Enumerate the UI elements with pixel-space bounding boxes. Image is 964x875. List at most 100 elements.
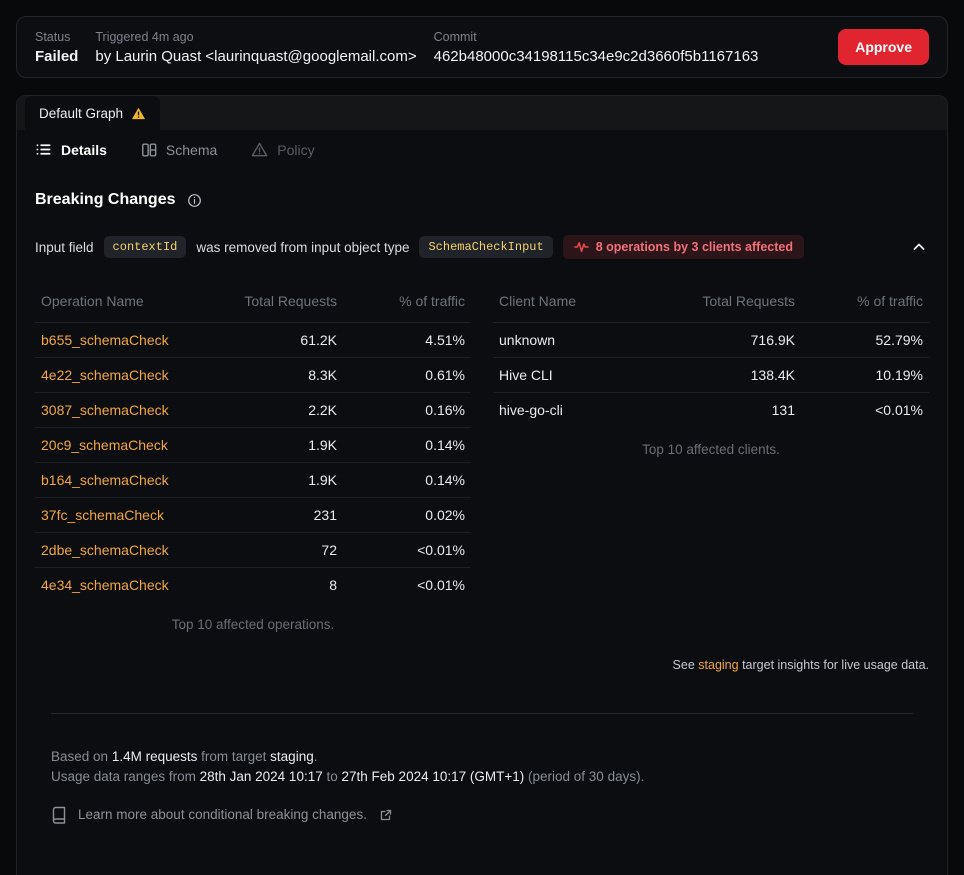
activity-pulse-icon bbox=[574, 241, 589, 253]
affected-badge: 8 operations by 3 clients affected bbox=[563, 235, 804, 259]
commit-label: Commit bbox=[434, 30, 759, 44]
staging-link[interactable]: staging bbox=[698, 658, 738, 672]
graph-tab-strip: Default Graph bbox=[17, 96, 947, 130]
status-group: Status Failed bbox=[35, 30, 78, 65]
triggered-label: Triggered 4m ago bbox=[95, 30, 416, 44]
operation-link[interactable]: 4e34_schemaCheck bbox=[41, 577, 169, 593]
operation-link[interactable]: 37fc_schemaCheck bbox=[41, 507, 164, 523]
footer-line-1: Based on 1.4M requests from target stagi… bbox=[51, 747, 913, 767]
approve-button[interactable]: Approve bbox=[838, 29, 929, 65]
check-tabs: Details Schema bbox=[17, 130, 947, 169]
clients-panel: Client Name Total Requests % of traffic … bbox=[493, 287, 929, 632]
section-head: Breaking Changes bbox=[35, 191, 929, 209]
footer-text: Usage data ranges from bbox=[51, 769, 196, 784]
footer-text: to bbox=[326, 769, 337, 784]
operations-caption: Top 10 affected operations. bbox=[35, 617, 471, 632]
traffic-cell: 0.16% bbox=[343, 393, 471, 428]
footer-range-end: 27th Feb 2024 10:17 (GMT+1) bbox=[342, 769, 525, 784]
commit-group: Commit 462b48000c34198115c34e9c2d3660f5b… bbox=[434, 30, 759, 65]
col-traffic: % of traffic bbox=[343, 287, 471, 323]
tab-policy[interactable]: Policy bbox=[251, 141, 314, 158]
type-code-chip: SchemaCheckInput bbox=[419, 236, 552, 258]
client-name-cell: unknown bbox=[493, 323, 661, 358]
requests-cell: 1.9K bbox=[203, 463, 343, 498]
tab-details[interactable]: Details bbox=[35, 141, 107, 158]
details-content: Breaking Changes Input field contextId w… bbox=[17, 169, 947, 825]
check-summary-header: Status Failed Triggered 4m ago by Laurin… bbox=[16, 16, 948, 78]
insights-prefix: See bbox=[673, 658, 695, 672]
col-operation-name: Operation Name bbox=[35, 287, 203, 323]
requests-cell: 72 bbox=[203, 533, 343, 568]
requests-cell: 131 bbox=[661, 393, 801, 428]
col-total-requests: Total Requests bbox=[203, 287, 343, 323]
table-row: Hive CLI 138.4K 10.19% bbox=[493, 358, 929, 393]
traffic-cell: 0.02% bbox=[343, 498, 471, 533]
traffic-cell: 0.61% bbox=[343, 358, 471, 393]
status-value: Failed bbox=[35, 48, 78, 65]
requests-cell: 2.2K bbox=[203, 393, 343, 428]
tab-details-label: Details bbox=[61, 142, 107, 158]
change-middle: was removed from input object type bbox=[196, 240, 409, 255]
section-title: Breaking Changes bbox=[35, 191, 175, 209]
traffic-cell: 52.79% bbox=[801, 323, 929, 358]
traffic-cell: <0.01% bbox=[343, 568, 471, 603]
traffic-cell: 0.14% bbox=[343, 428, 471, 463]
operations-header-row: Operation Name Total Requests % of traff… bbox=[35, 287, 471, 323]
requests-cell: 231 bbox=[203, 498, 343, 533]
tab-default-graph[interactable]: Default Graph bbox=[25, 96, 160, 130]
status-label: Status bbox=[35, 30, 78, 44]
traffic-cell: <0.01% bbox=[343, 533, 471, 568]
traffic-cell: <0.01% bbox=[801, 393, 929, 428]
requests-cell: 61.2K bbox=[203, 323, 343, 358]
triggered-group: Triggered 4m ago by Laurin Quast <laurin… bbox=[95, 30, 416, 65]
graph-tab-label: Default Graph bbox=[39, 106, 123, 121]
schema-icon bbox=[141, 142, 157, 158]
table-row: 3087_schemaCheck 2.2K 0.16% bbox=[35, 393, 471, 428]
clients-caption: Top 10 affected clients. bbox=[493, 442, 929, 457]
footer-line-2: Usage data ranges from 28th Jan 2024 10:… bbox=[51, 767, 913, 787]
learn-more-label: Learn more about conditional breaking ch… bbox=[78, 805, 367, 825]
external-link-icon bbox=[380, 809, 392, 821]
operation-link[interactable]: 3087_schemaCheck bbox=[41, 402, 169, 418]
footer-text: Based on bbox=[51, 749, 108, 764]
field-code-chip: contextId bbox=[104, 236, 187, 258]
table-row: b164_schemaCheck 1.9K 0.14% bbox=[35, 463, 471, 498]
breaking-change-item[interactable]: Input field contextId was removed from i… bbox=[35, 235, 929, 259]
requests-cell: 8.3K bbox=[203, 358, 343, 393]
footer-requests: 1.4M requests bbox=[112, 749, 198, 764]
tab-schema-label: Schema bbox=[166, 142, 217, 158]
usage-tables: Operation Name Total Requests % of traff… bbox=[35, 287, 929, 632]
warning-outline-icon bbox=[251, 141, 268, 158]
tab-schema[interactable]: Schema bbox=[141, 142, 217, 158]
table-row: 4e22_schemaCheck 8.3K 0.61% bbox=[35, 358, 471, 393]
table-row: 37fc_schemaCheck 231 0.02% bbox=[35, 498, 471, 533]
warning-triangle-icon bbox=[131, 106, 146, 121]
operation-link[interactable]: 4e22_schemaCheck bbox=[41, 367, 169, 383]
insights-suffix: target insights for live usage data. bbox=[742, 658, 929, 672]
operation-link[interactable]: 2dbe_schemaCheck bbox=[41, 542, 169, 558]
usage-footer: Based on 1.4M requests from target stagi… bbox=[35, 714, 929, 825]
footer-text: (period of 30 days). bbox=[528, 769, 644, 784]
traffic-cell: 4.51% bbox=[343, 323, 471, 358]
change-prefix: Input field bbox=[35, 240, 94, 255]
requests-cell: 8 bbox=[203, 568, 343, 603]
table-row: 4e34_schemaCheck 8 <0.01% bbox=[35, 568, 471, 603]
table-row: 20c9_schemaCheck 1.9K 0.14% bbox=[35, 428, 471, 463]
clients-header-row: Client Name Total Requests % of traffic bbox=[493, 287, 929, 323]
info-icon[interactable] bbox=[187, 193, 202, 208]
page: Status Failed Triggered 4m ago by Laurin… bbox=[0, 0, 964, 875]
operation-link[interactable]: b164_schemaCheck bbox=[41, 472, 169, 488]
triggered-by: by Laurin Quast <laurinquast@googlemail.… bbox=[95, 48, 416, 65]
learn-more-link[interactable]: Learn more about conditional breaking ch… bbox=[51, 805, 913, 825]
footer-target: staging bbox=[270, 749, 314, 764]
operations-panel: Operation Name Total Requests % of traff… bbox=[35, 287, 471, 632]
book-icon bbox=[51, 806, 67, 824]
requests-cell: 716.9K bbox=[661, 323, 801, 358]
col-traffic: % of traffic bbox=[801, 287, 929, 323]
table-row: unknown 716.9K 52.79% bbox=[493, 323, 929, 358]
footer-text: . bbox=[314, 749, 318, 764]
operation-link[interactable]: 20c9_schemaCheck bbox=[41, 437, 168, 453]
tab-policy-label: Policy bbox=[277, 142, 314, 158]
chevron-up-icon[interactable] bbox=[909, 237, 929, 257]
operation-link[interactable]: b655_schemaCheck bbox=[41, 332, 169, 348]
